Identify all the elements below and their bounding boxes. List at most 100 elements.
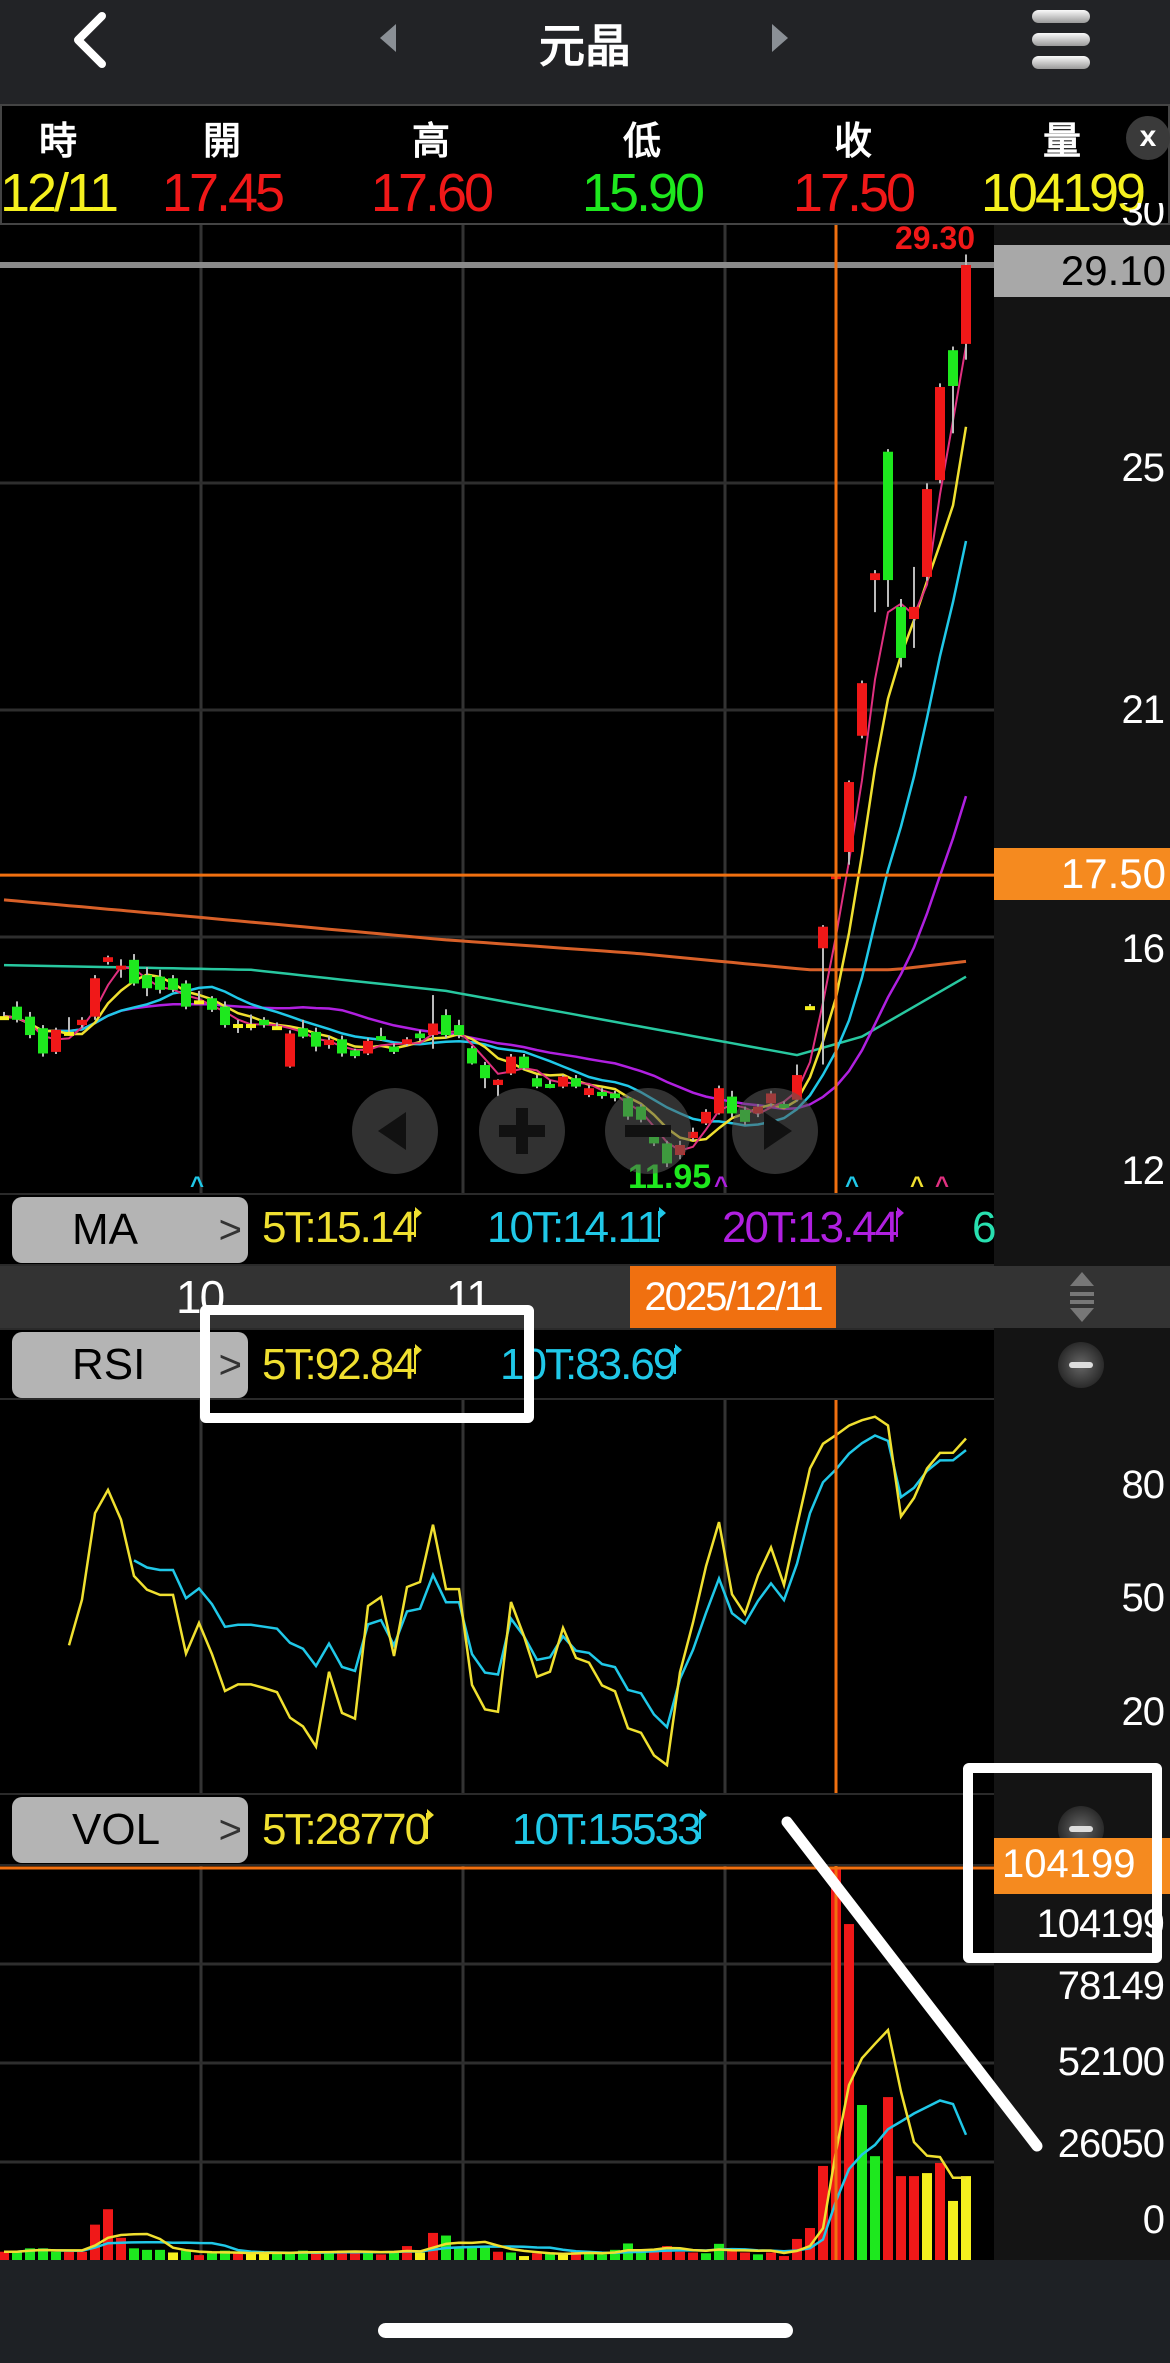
- candle-body: [168, 978, 178, 990]
- rsi-axis-label: 50: [1121, 1576, 1165, 1620]
- candle-body: [298, 1028, 308, 1037]
- rsi-button-label: RSI: [72, 1340, 146, 1389]
- up-arrow-icon: [426, 1809, 435, 1839]
- volume-bar: [480, 2247, 490, 2260]
- volume-bar: [532, 2253, 542, 2260]
- candle-body: [701, 1111, 711, 1124]
- ma20-text: 20T:13.44: [722, 1203, 899, 1252]
- volume-bar: [0, 2251, 9, 2260]
- zoom-out-button[interactable]: [605, 1088, 691, 1174]
- volume-bar: [909, 2176, 919, 2260]
- candle-body: [103, 957, 113, 962]
- volume-bar: [688, 2252, 698, 2260]
- candle-body: [129, 959, 139, 984]
- candle-body: [818, 926, 828, 949]
- volume-bar: [168, 2252, 178, 2260]
- volume-bar: [207, 2253, 217, 2260]
- up-arrow-icon: [698, 1809, 707, 1839]
- candle-body: [467, 1048, 477, 1064]
- volume-bar: [51, 2251, 61, 2260]
- candle-body: [311, 1031, 321, 1047]
- volume-bar: [402, 2246, 412, 2260]
- candle-body: [961, 265, 971, 344]
- candle-body: [805, 1006, 815, 1011]
- ma-indicator-row: MA > 5T:15.14 10T:14.11 20T:13.44 6: [0, 1193, 997, 1266]
- volume-bar: [883, 2097, 893, 2260]
- candle-body: [389, 1046, 399, 1052]
- candle-body: [285, 1033, 295, 1067]
- candle-body: [116, 965, 126, 970]
- price-axis-label: 16: [1121, 927, 1165, 971]
- volume-bar: [844, 1924, 854, 2260]
- volume-bar: [493, 2251, 503, 2260]
- candle-body: [493, 1079, 503, 1086]
- volume-bar: [77, 2251, 87, 2260]
- ma20-value: 20T:13.44: [722, 1203, 905, 1253]
- candle-body: [194, 1000, 204, 1005]
- volume-bar: [935, 2162, 945, 2260]
- minus-icon: [625, 1125, 671, 1137]
- ma5-value: 5T:15.14: [262, 1203, 422, 1253]
- chevron-right-icon: >: [218, 1208, 242, 1252]
- zoom-in-button[interactable]: [479, 1088, 565, 1174]
- candle-body: [77, 1019, 87, 1026]
- ma10-value: 10T:14.11: [487, 1203, 667, 1253]
- volume-bar: [324, 2253, 334, 2260]
- volume-bar: [740, 2252, 750, 2260]
- candle-body: [402, 1039, 412, 1045]
- volume-bar: [142, 2249, 152, 2260]
- home-indicator[interactable]: [378, 2323, 793, 2338]
- candle-body: [870, 573, 880, 581]
- ma3-line: [3, 345, 967, 1152]
- candle-body: [584, 1088, 594, 1096]
- volume-axis-label: 78149: [1057, 1964, 1165, 2008]
- candle-body: [922, 489, 932, 577]
- volume-indicator-row: VOL > 5T:28770 10T:15533: [0, 1793, 994, 1866]
- candle-body: [233, 1024, 243, 1029]
- scroll-right-button[interactable]: [732, 1088, 818, 1174]
- volume-bar: [389, 2252, 399, 2260]
- candle-body: [207, 998, 217, 1010]
- remove-rsi-button[interactable]: [1058, 1342, 1104, 1388]
- volume-bar: [922, 2173, 932, 2260]
- price-axis-label: 25: [1121, 446, 1165, 490]
- candle-body: [64, 1031, 74, 1036]
- candle-body: [363, 1040, 373, 1054]
- volume-bar: [766, 2252, 776, 2260]
- triangle-left-icon: [378, 1112, 406, 1150]
- ma10-line: [3, 540, 968, 1127]
- stock-chart[interactable]: [0, 0, 1170, 2363]
- vol10-text: 10T:15533: [512, 1805, 702, 1854]
- candle-body: [883, 451, 893, 581]
- candle-body: [0, 1016, 9, 1021]
- candle-body: [12, 1006, 22, 1020]
- candle-body: [220, 1006, 230, 1026]
- volume-axis-label: 0: [1142, 2198, 1165, 2242]
- candle-body: [324, 1039, 334, 1046]
- scroll-left-button[interactable]: [352, 1088, 438, 1174]
- price-axis-label: 21: [1121, 688, 1165, 732]
- vol-button-label: VOL: [72, 1805, 161, 1854]
- ma10-text: 10T:14.11: [487, 1203, 661, 1252]
- up-arrow-icon: [896, 1207, 905, 1237]
- vol-settings-button[interactable]: VOL >: [12, 1797, 248, 1863]
- ma-button-label: MA: [72, 1205, 138, 1254]
- bottom-bar: [0, 2260, 1170, 2363]
- vol5-value: 5T:28770: [262, 1805, 435, 1855]
- up-arrow-icon: [658, 1207, 667, 1237]
- candle-body: [454, 1025, 464, 1036]
- candle-body: [246, 1024, 256, 1029]
- candle-body: [909, 606, 919, 619]
- high-price-label: 29.30: [895, 220, 976, 256]
- ma-settings-button[interactable]: MA >: [12, 1197, 248, 1263]
- resize-handle-icon[interactable]: [1066, 1270, 1098, 1324]
- volume-bar: [506, 2252, 516, 2260]
- volume-bar: [181, 2250, 191, 2260]
- candle-body: [532, 1078, 542, 1087]
- volume-axis-label: 26050: [1057, 2122, 1165, 2166]
- candle-body: [571, 1078, 581, 1087]
- candle-body: [142, 975, 152, 989]
- highlight-box-rsi: [200, 1305, 534, 1423]
- candle-body: [428, 1023, 438, 1036]
- cursor-date-label: 2025/12/11: [630, 1266, 836, 1328]
